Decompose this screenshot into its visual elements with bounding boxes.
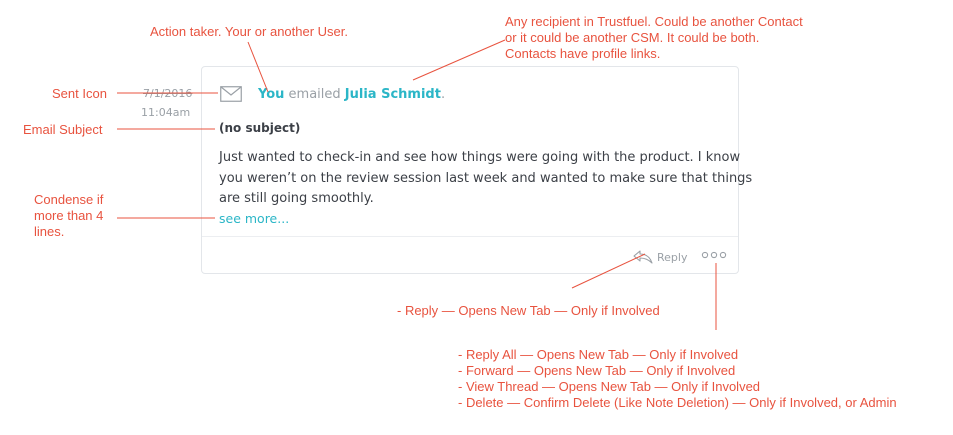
- annotation-condense: Condense if more than 4 lines.: [34, 192, 103, 240]
- annotation-email-subject: Email Subject: [23, 122, 103, 137]
- annotation-recipient-line: or it could be another CSM. It could be …: [505, 30, 760, 45]
- reply-label: Reply: [657, 250, 688, 264]
- envelope-icon: [220, 86, 242, 102]
- action-verb: emailed: [288, 87, 341, 102]
- annotation-condense-line: more than 4: [34, 208, 104, 223]
- annotation-sent-icon: Sent Icon: [52, 86, 107, 101]
- email-time: 11:04am: [141, 106, 191, 119]
- annotation-more-menu-line: - Delete — Confirm Delete (Like Note Del…: [458, 395, 897, 410]
- annotation-condense-line: Condense if: [34, 192, 104, 207]
- actor-link[interactable]: You: [258, 87, 284, 102]
- email-date: 7/1/2016: [143, 87, 193, 100]
- recipient-link[interactable]: Julia Schmidt: [345, 87, 441, 102]
- annotation-more-menu-line: - Forward — Opens New Tab — Only if Invo…: [458, 363, 736, 378]
- email-body: Just wanted to check-in and see how thin…: [219, 148, 753, 210]
- annotation-reply: - Reply — Opens New Tab — Only if Involv…: [397, 303, 660, 318]
- annotation-condense-line: lines.: [34, 224, 65, 239]
- annotation-more-menu: - Reply All — Opens New Tab — Only if In…: [458, 347, 897, 411]
- annotation-more-menu-line: - Reply All — Opens New Tab — Only if In…: [458, 347, 739, 362]
- card-footer-divider: [202, 236, 738, 237]
- annotation-recipient-line: Contacts have profile links.: [505, 46, 661, 61]
- email-body-line: Just wanted to check-in and see how thin…: [219, 150, 741, 165]
- email-body-line: you weren’t on the review session last w…: [219, 170, 753, 186]
- annotation-action-taker: Action taker. Your or another User.: [150, 24, 349, 39]
- see-more-link[interactable]: see more...: [219, 211, 289, 226]
- reply-arrow-icon: [633, 250, 653, 264]
- email-headline: You emailed Julia Schmidt.: [258, 87, 445, 102]
- more-dots-icon[interactable]: [701, 250, 727, 260]
- headline-punct: .: [440, 87, 446, 102]
- annotation-recipient-line: Any recipient in Trustfuel. Could be ano…: [505, 14, 803, 29]
- annotation-more-menu-line: - View Thread — Opens New Tab — Only if …: [458, 379, 761, 394]
- reply-button[interactable]: Reply: [633, 249, 687, 265]
- email-subject: (no subject): [219, 121, 301, 135]
- email-body-line: are still going smoothly.: [219, 191, 374, 206]
- annotation-recipient: Any recipient in Trustfuel. Could be ano…: [505, 14, 803, 62]
